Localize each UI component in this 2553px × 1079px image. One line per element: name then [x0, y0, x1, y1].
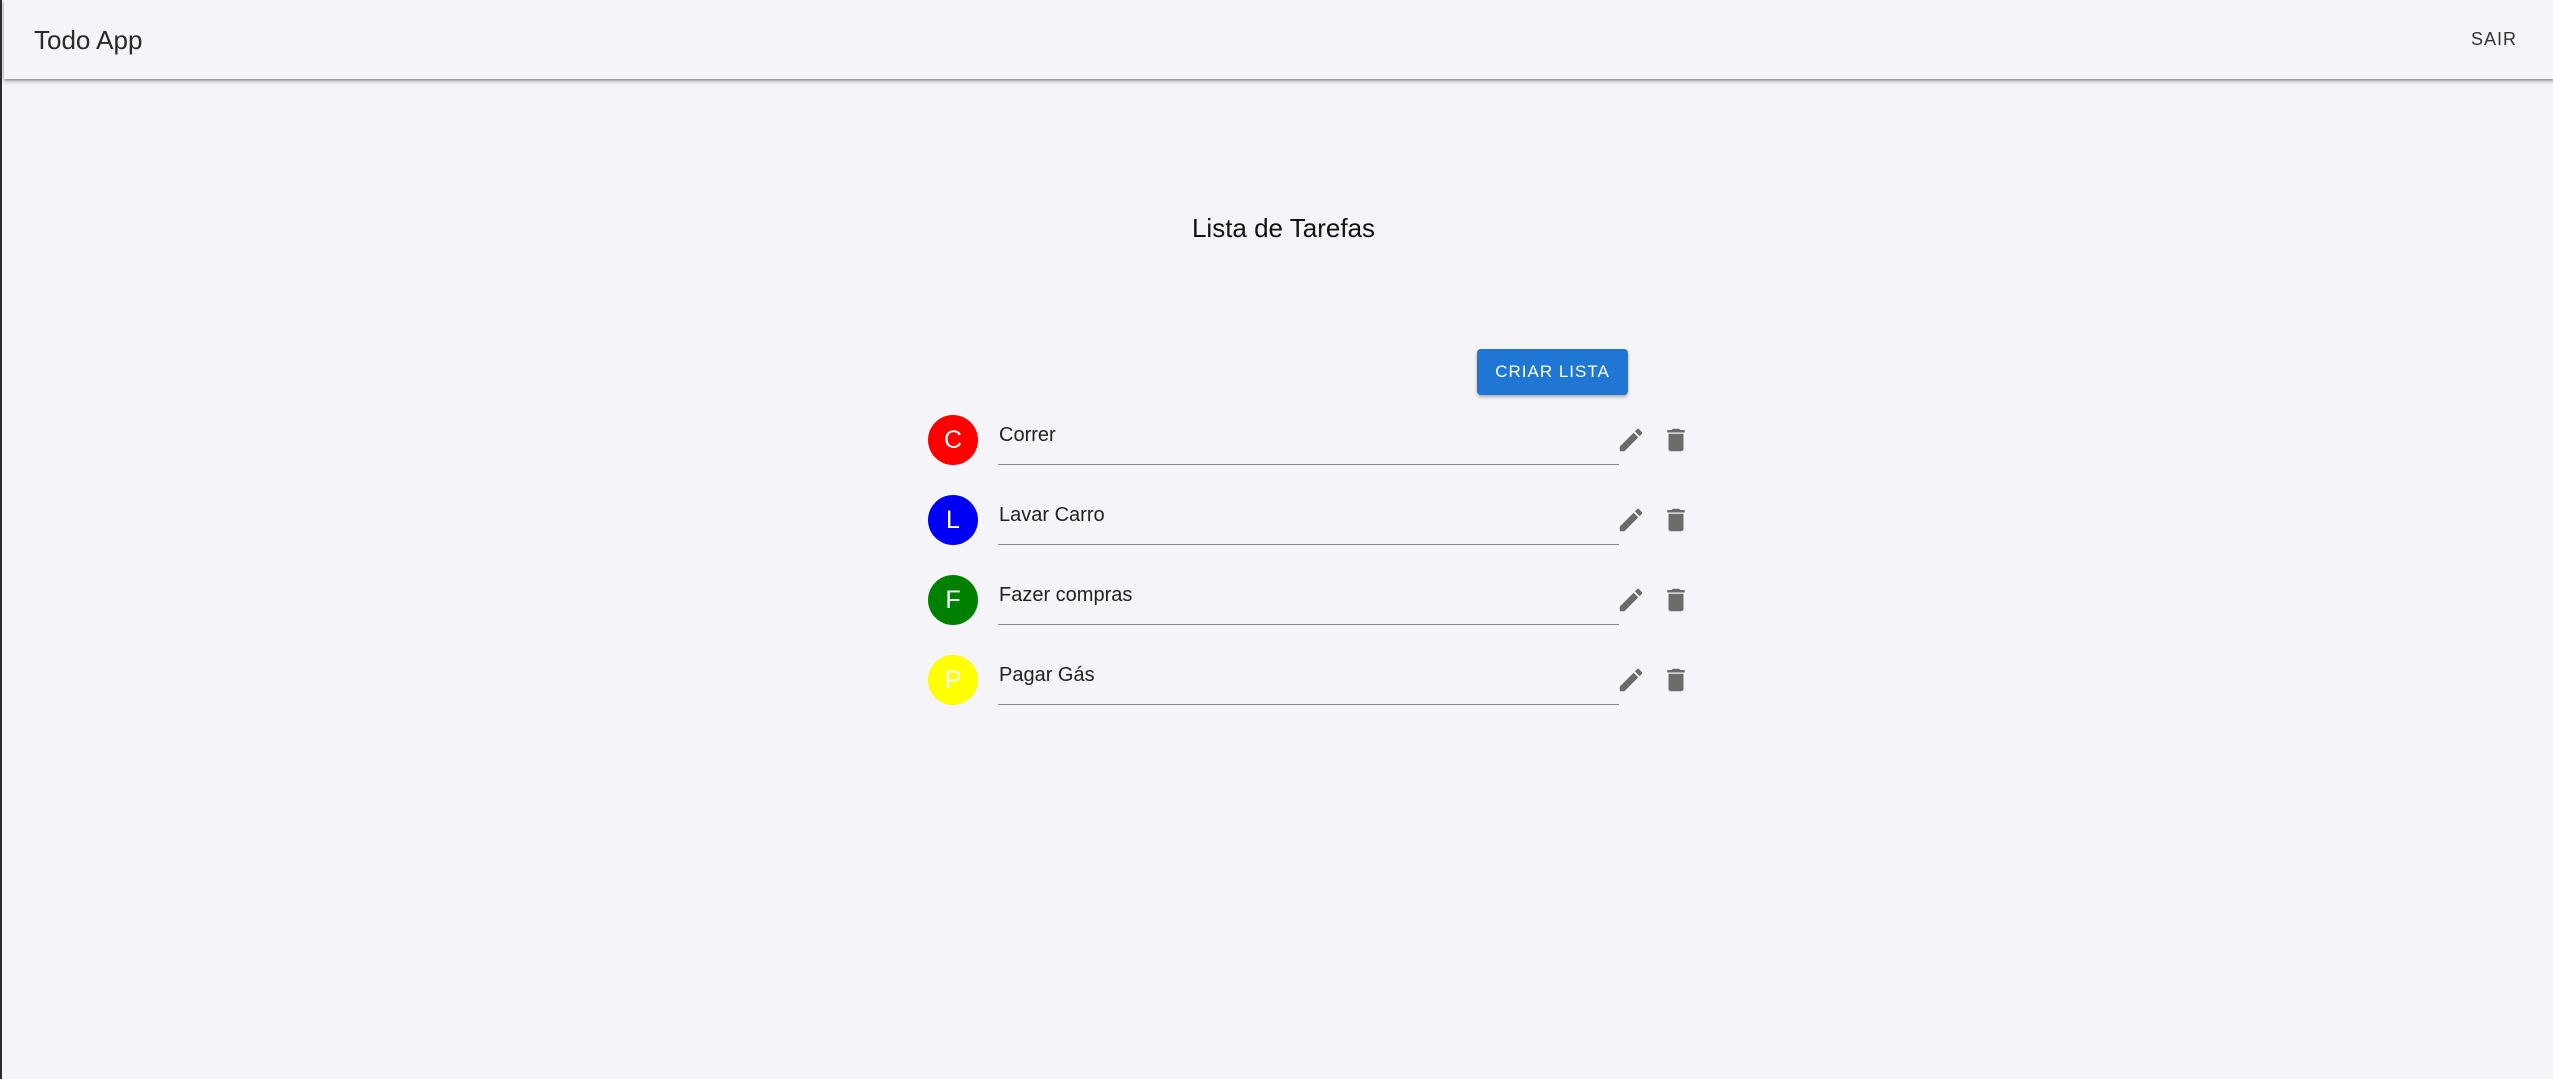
- delete-button[interactable]: [1661, 665, 1691, 695]
- app-window: Todo App SAIR Lista de Tarefas CRIAR LIS…: [0, 0, 2553, 1079]
- pencil-icon: [1619, 668, 1643, 692]
- logout-button[interactable]: SAIR: [2471, 26, 2517, 52]
- trash-icon: [1667, 668, 1685, 692]
- pencil-icon: [1619, 428, 1643, 452]
- avatar: C: [928, 415, 978, 465]
- trash-icon: [1667, 588, 1685, 612]
- app-bar: Todo App SAIR: [4, 0, 2553, 79]
- delete-button[interactable]: [1661, 425, 1691, 455]
- todo-field[interactable]: Pagar Gás: [998, 655, 1685, 705]
- delete-button[interactable]: [1661, 505, 1691, 535]
- delete-button[interactable]: [1661, 585, 1691, 615]
- todo-text: Pagar Gás: [999, 664, 1095, 686]
- todo-item: L Lavar Carro: [928, 495, 1685, 555]
- avatar: P: [928, 655, 978, 705]
- todo-item: F Fazer compras: [928, 575, 1685, 635]
- todo-text: Fazer compras: [999, 584, 1133, 606]
- avatar: L: [928, 495, 978, 545]
- edit-button[interactable]: [1616, 505, 1646, 535]
- edit-button[interactable]: [1616, 665, 1646, 695]
- trash-icon: [1667, 428, 1685, 452]
- todo-item: P Pagar Gás: [928, 655, 1685, 715]
- avatar: F: [928, 575, 978, 625]
- edit-button[interactable]: [1616, 585, 1646, 615]
- pencil-icon: [1619, 508, 1643, 532]
- edit-button[interactable]: [1616, 425, 1646, 455]
- todo-field[interactable]: Fazer compras: [998, 575, 1685, 625]
- page-title: Lista de Tarefas: [1191, 213, 1376, 243]
- pencil-icon: [1619, 588, 1643, 612]
- trash-icon: [1667, 508, 1685, 532]
- todo-text: Lavar Carro: [999, 504, 1105, 526]
- todo-field[interactable]: Correr: [998, 415, 1685, 465]
- create-list-button[interactable]: CRIAR LISTA: [1477, 349, 1628, 395]
- todo-text: Correr: [999, 424, 1056, 446]
- app-title: Todo App: [34, 25, 143, 55]
- todo-item: C Correr: [928, 415, 1685, 475]
- todo-field[interactable]: Lavar Carro: [998, 495, 1685, 545]
